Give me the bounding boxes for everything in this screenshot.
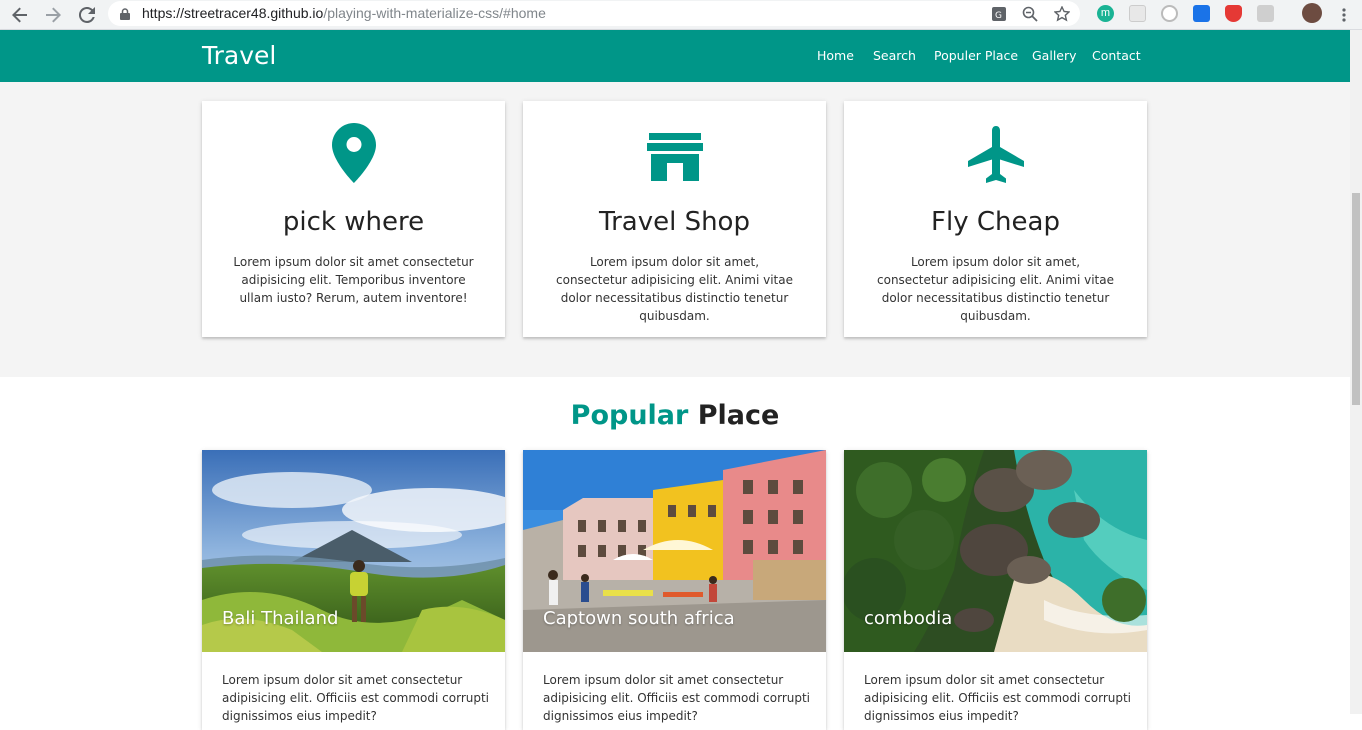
back-arrow-icon[interactable]	[9, 4, 31, 26]
popular-heading-rest: Place	[697, 400, 780, 431]
browser-toolbar: https://streetracer48.github.io/playing-…	[0, 0, 1362, 30]
feature-card-pick-where: pick where Lorem ipsum dolor sit amet co…	[202, 101, 505, 337]
feature-text: Lorem ipsum dolor sit amet consectetur a…	[233, 255, 474, 305]
feature-text: Lorem ipsum dolor sit amet, consectetur …	[877, 255, 1114, 323]
feature-text: Lorem ipsum dolor sit amet, consectetur …	[556, 255, 793, 323]
translate-icon[interactable]: G	[990, 5, 1008, 23]
nav-link-contact[interactable]: Contact	[1092, 48, 1141, 63]
menu-kebab-icon[interactable]	[1333, 4, 1355, 26]
place-name[interactable]: combodia	[864, 608, 952, 629]
feature-card-travel-shop: Travel Shop Lorem ipsum dolor sit amet, …	[523, 101, 826, 337]
popular-heading-accent: Popular	[570, 400, 689, 431]
forward-arrow-icon[interactable]	[42, 4, 64, 26]
address-bar[interactable]: https://streetracer48.github.io/playing-…	[108, 1, 1080, 26]
place-card-captown[interactable]: Captown south africa Lorem ipsum dolor s…	[523, 450, 826, 730]
profile-avatar[interactable]	[1302, 3, 1322, 23]
extension-clock-icon[interactable]	[1161, 5, 1178, 22]
feature-title: Fly Cheap	[931, 207, 1060, 237]
svg-text:G: G	[995, 11, 1002, 21]
url-host: https://streetracer48.github.io	[142, 5, 324, 21]
lock-icon	[120, 7, 130, 20]
extension-grid-icon[interactable]	[1129, 5, 1146, 22]
nav-link-gallery[interactable]: Gallery	[1032, 48, 1077, 63]
airplane-icon	[966, 126, 1026, 191]
url-path: /playing-with-materialize-css/#home	[323, 5, 546, 21]
scrollbar-thumb[interactable]	[1352, 193, 1360, 405]
place-name[interactable]: Captown south africa	[543, 608, 735, 629]
bookmark-star-icon[interactable]	[1053, 5, 1071, 23]
place-name[interactable]: Bali Thailand	[222, 608, 338, 629]
brand-logo[interactable]: Travel	[202, 41, 276, 70]
feature-title: Travel Shop	[599, 207, 750, 237]
nav-link-populer-place[interactable]: Populer Place	[934, 48, 1018, 63]
place-card-bali[interactable]: Bali Thailand Lorem ipsum dolor sit amet…	[202, 450, 505, 730]
extension-screen-icon[interactable]	[1193, 5, 1210, 22]
extension-cast-icon[interactable]	[1257, 5, 1274, 22]
location-pin-icon	[331, 123, 376, 188]
url-text[interactable]: https://streetracer48.github.io/playing-…	[142, 5, 546, 21]
nav-link-home[interactable]: Home	[817, 48, 854, 63]
extension-shield-icon[interactable]	[1225, 5, 1242, 22]
place-text: Lorem ipsum dolor sit amet consectetur a…	[864, 673, 1132, 723]
place-text: Lorem ipsum dolor sit amet consectetur a…	[222, 673, 490, 723]
extension-m-label: m	[1100, 7, 1111, 19]
extension-m-icon[interactable]: m	[1097, 5, 1114, 22]
page-scrollbar[interactable]	[1350, 30, 1362, 714]
feature-title: pick where	[282, 207, 425, 237]
reload-icon[interactable]	[76, 4, 98, 26]
feature-card-fly-cheap: Fly Cheap Lorem ipsum dolor sit amet, co…	[844, 101, 1147, 337]
popular-place-heading: Popular Place	[0, 400, 1350, 431]
place-card-combodia[interactable]: combodia Lorem ipsum dolor sit amet cons…	[844, 450, 1147, 730]
nav-link-search[interactable]: Search	[873, 48, 916, 63]
place-text: Lorem ipsum dolor sit amet consectetur a…	[543, 673, 811, 723]
site-navbar: Travel Home Search Populer Place Gallery…	[0, 30, 1350, 82]
zoom-out-icon[interactable]	[1021, 5, 1039, 23]
store-icon	[646, 133, 703, 186]
